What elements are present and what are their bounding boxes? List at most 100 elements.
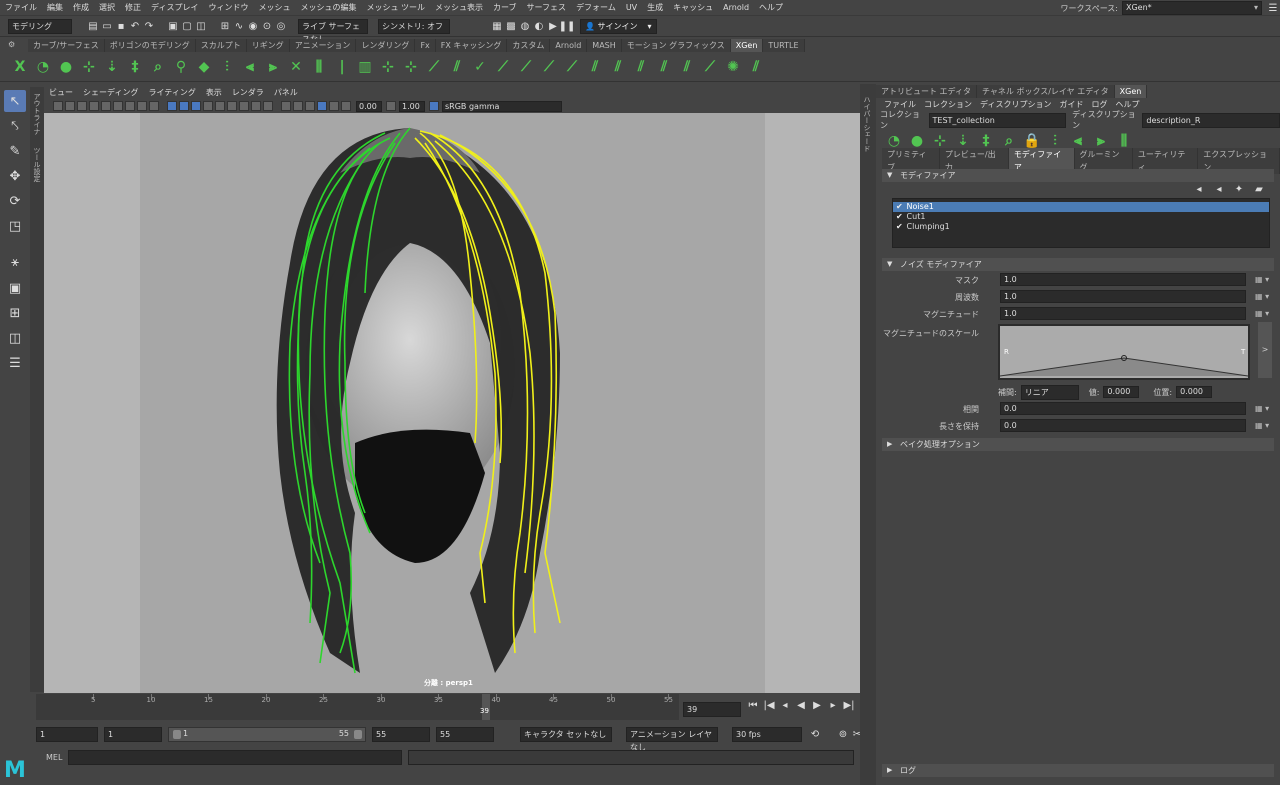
menu-item[interactable]: ディスプレイ <box>146 0 203 16</box>
shelf-tool-icon[interactable]: ⌕ <box>148 57 168 77</box>
bookmark-icon[interactable] <box>77 101 87 111</box>
paint-select-tool-icon[interactable]: ✎ <box>4 140 26 162</box>
shelf-tool-icon[interactable]: ⫽ <box>654 57 674 77</box>
field-chart-icon[interactable] <box>149 101 159 111</box>
menu-item[interactable]: 作成 <box>68 0 94 16</box>
shelf-tool-icon[interactable]: ⟋ <box>539 57 559 77</box>
workspace-menu-icon[interactable]: ☰ <box>1266 1 1280 15</box>
expand-curve-icon[interactable]: > <box>1258 322 1272 378</box>
editor-tab[interactable]: チャネル ボックス/レイヤ エディタ <box>976 85 1115 98</box>
xgen-menu-item[interactable]: ディスクリプション <box>976 99 1055 111</box>
prop-field[interactable]: 0.0 <box>1000 419 1246 432</box>
fps-dropdown[interactable]: 30 fps <box>732 726 802 742</box>
camera-icon[interactable] <box>53 101 63 111</box>
menu-item[interactable]: カーブ <box>488 0 522 16</box>
render-icon[interactable]: ▦ <box>490 20 504 34</box>
noise-section-header[interactable]: ノイズ モディファイア <box>882 258 1274 271</box>
isolate-icon[interactable] <box>281 101 291 111</box>
range-bar[interactable]: 1 55 <box>168 726 366 742</box>
select-object-icon[interactable]: ▢ <box>180 20 194 34</box>
playback-start-field[interactable]: 1 <box>104 726 162 742</box>
select-component-icon[interactable]: ◫ <box>194 20 208 34</box>
select-hierarchy-icon[interactable]: ▣ <box>166 20 180 34</box>
select-tool-icon[interactable]: ↖ <box>4 90 26 112</box>
aa-icon[interactable] <box>251 101 261 111</box>
shelf-tool-icon[interactable]: ⟋ <box>493 57 513 77</box>
backface-icon[interactable] <box>317 101 327 111</box>
shelf-tool-icon[interactable]: ⫽ <box>677 57 697 77</box>
shelf-tool-icon[interactable]: ✺ <box>723 57 743 77</box>
resolution-gate-icon[interactable] <box>125 101 135 111</box>
expression-icon[interactable]: ▦ ▾ <box>1255 421 1273 430</box>
current-frame-field[interactable]: 39 <box>683 702 741 717</box>
menu-item[interactable]: 生成 <box>642 0 668 16</box>
menu-item[interactable]: 修正 <box>120 0 146 16</box>
shelf-tool-icon[interactable]: ⟋ <box>516 57 536 77</box>
snap-grid-icon[interactable]: ⊞ <box>218 20 232 34</box>
redo-icon[interactable]: ↷ <box>142 20 156 34</box>
expression-icon[interactable]: ▦ ▾ <box>1255 275 1273 284</box>
shelf-tool-icon[interactable]: ⫽ <box>608 57 628 77</box>
shelf-tool-icon[interactable]: ⫽ <box>585 57 605 77</box>
playback-end-field[interactable]: 55 <box>372 726 430 742</box>
menu-item[interactable]: メッシュ ツール <box>361 0 430 16</box>
move-tool-icon[interactable]: ✥ <box>4 165 26 187</box>
check-icon[interactable]: ✔ <box>896 212 904 222</box>
step-forward-icon[interactable]: ▸ <box>825 700 841 711</box>
shelf-tool-icon[interactable]: ⊹ <box>79 57 99 77</box>
hud-icon[interactable] <box>329 101 339 111</box>
shelf-tool-icon[interactable]: ▥ <box>355 57 375 77</box>
motion-blur-icon[interactable] <box>239 101 249 111</box>
gamma-icon[interactable] <box>386 101 396 111</box>
editor-tab[interactable]: アトリビュート エディタ <box>876 85 977 98</box>
scale-curve-graph[interactable]: R T <box>998 324 1250 380</box>
shelf-tab[interactable]: TURTLE <box>763 39 805 52</box>
editor-tab[interactable]: XGen <box>1114 85 1148 98</box>
step-forward-key-icon[interactable]: ▶| <box>841 700 857 711</box>
xgen-menu-item[interactable]: コレクション <box>920 99 976 111</box>
last-tool-icon[interactable]: ⚹ <box>4 251 26 273</box>
menu-item[interactable]: メッシュ表示 <box>430 0 488 16</box>
go-start-icon[interactable]: ⏮ <box>745 700 761 711</box>
hypershade-label[interactable]: ハイパーシェード <box>862 96 872 152</box>
wireframe-icon[interactable] <box>167 101 177 111</box>
shelf-tab[interactable]: Fx <box>415 39 436 52</box>
pause-icon[interactable]: ❚❚ <box>559 20 576 34</box>
check-icon[interactable]: ✔ <box>896 222 904 232</box>
grid-icon[interactable] <box>101 101 111 111</box>
collection-dropdown[interactable]: TEST_collection <box>928 112 1067 128</box>
shelf-tool-icon[interactable]: X <box>10 57 30 77</box>
shelf-tab[interactable]: モーション グラフィックス <box>621 39 731 52</box>
shelf-tool-icon[interactable]: ‡ <box>125 57 145 77</box>
shelf-tool-icon[interactable]: ⫽ <box>746 57 766 77</box>
hypershade-icon[interactable]: ◐ <box>532 20 546 34</box>
workspace-dropdown[interactable]: XGen* <box>1122 1 1262 15</box>
film-gate-icon[interactable] <box>113 101 123 111</box>
position-field[interactable]: 0.000 <box>1176 386 1213 398</box>
shelf-tool-icon[interactable]: ⫶ <box>217 57 237 77</box>
snap-view-icon[interactable]: ⊙ <box>260 20 274 34</box>
exposure-field[interactable]: 0.00 <box>356 100 382 112</box>
end-time-field[interactable]: 55 <box>436 726 494 742</box>
panel-menu-item[interactable]: シェーディング <box>78 87 143 99</box>
modifier-item[interactable]: ✔ Clumping1 <box>893 222 1269 232</box>
shelf-tool-icon[interactable]: ✓ <box>470 57 490 77</box>
shelf-tool-icon[interactable]: ✕ <box>286 57 306 77</box>
shelf-tool-icon[interactable]: ● <box>56 57 76 77</box>
shelf-tab[interactable]: MASH <box>587 39 622 52</box>
xray-icon[interactable] <box>293 101 303 111</box>
shelf-tool-icon[interactable]: ⫼ <box>309 57 329 77</box>
menu-item[interactable]: デフォーム <box>571 0 621 16</box>
menu-item[interactable]: キャッシュ <box>668 0 718 16</box>
rotate-tool-icon[interactable]: ⟳ <box>4 190 26 212</box>
shelf-tool-icon[interactable]: | <box>332 57 352 77</box>
live-surface-field[interactable]: ライブ サーフェスなし <box>298 19 368 44</box>
value-field[interactable]: 0.000 <box>1103 386 1140 398</box>
menu-item[interactable]: 編集 <box>42 0 68 16</box>
symmetry-dropdown[interactable]: シンメトリ: オフ <box>378 19 450 34</box>
shelf-tab[interactable]: ポリゴンのモデリング <box>104 39 196 52</box>
layout-single-icon[interactable]: ▣ <box>4 277 26 299</box>
prop-field[interactable]: 1.0 <box>1000 290 1246 303</box>
play-forward-icon[interactable]: ▶ <box>809 700 825 711</box>
panel-menu-item[interactable]: ビュー <box>44 87 78 99</box>
